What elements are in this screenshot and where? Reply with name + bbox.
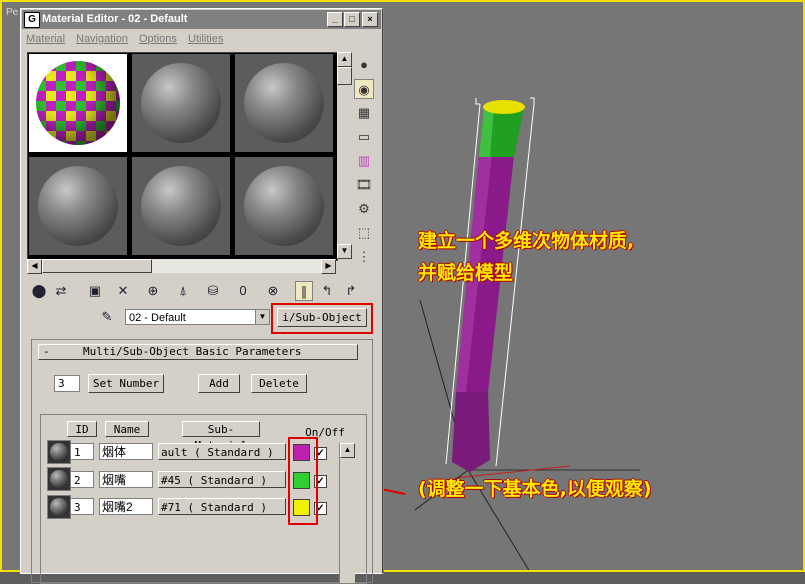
- select-by-material-icon[interactable]: ⬚: [354, 223, 374, 243]
- material-name-value: 02 - Default: [129, 312, 186, 324]
- sample-slot-active[interactable]: [29, 54, 127, 152]
- sample-slot[interactable]: [235, 54, 333, 152]
- assign-to-selection-icon[interactable]: ▣: [85, 281, 105, 301]
- go-to-parent-icon[interactable]: ↰: [317, 281, 337, 301]
- options-icon[interactable]: ⚙: [354, 199, 374, 219]
- go-forward-to-sibling-icon[interactable]: ↱: [341, 281, 361, 301]
- make-copy-icon[interactable]: ⊕: [143, 281, 163, 301]
- app-icon: G: [24, 12, 40, 28]
- sample-type-icon[interactable]: ●: [354, 55, 374, 75]
- maximize-button[interactable]: □: [344, 12, 360, 27]
- add-button[interactable]: Add: [198, 374, 240, 393]
- list-scrollbar[interactable]: ▲: [339, 443, 355, 583]
- row-id[interactable]: 3: [70, 498, 94, 515]
- chevron-down-icon[interactable]: ▼: [255, 310, 269, 324]
- show-map-in-viewport-icon[interactable]: ⊗: [263, 281, 283, 301]
- sample-slots: [27, 52, 338, 261]
- row-material-button[interactable]: #45 ( Standard ): [158, 471, 286, 488]
- scroll-left-arrow-icon[interactable]: ◀: [27, 259, 42, 274]
- sample-uv-tiling-icon[interactable]: ▭: [354, 127, 374, 147]
- scroll-thumb[interactable]: [42, 259, 152, 273]
- sample-slot[interactable]: [29, 157, 127, 255]
- column-header-id[interactable]: ID: [67, 421, 97, 437]
- annotation-text-2: 并赋给模型: [418, 262, 514, 284]
- sample-slot[interactable]: [235, 157, 333, 255]
- viewport-label[interactable]: Pe: [6, 7, 18, 18]
- material-editor-window: G Material Editor - 02 - Default _ □ × M…: [20, 8, 383, 584]
- delete-button[interactable]: Delete: [251, 374, 307, 393]
- put-to-scene-icon[interactable]: ⇄: [51, 281, 71, 301]
- column-header-sub-material[interactable]: Sub-Material: [182, 421, 260, 452]
- multi-sub-object-rollout: - Multi/Sub-Object Basic Parameters 3 Se…: [31, 339, 373, 584]
- material-sphere-preview: [36, 61, 120, 145]
- rollout-title: Multi/Sub-Object Basic Parameters: [83, 345, 302, 358]
- material-sphere: [244, 166, 324, 246]
- title-bar[interactable]: G Material Editor - 02 - Default _ □ ×: [22, 10, 381, 29]
- row-name[interactable]: 烟体: [99, 443, 153, 460]
- scroll-right-arrow-icon[interactable]: ▶: [321, 259, 336, 274]
- material-name-dropdown[interactable]: 02 - Default ▼: [125, 309, 270, 325]
- highlight-box-colors: [288, 437, 318, 525]
- rollout-collapse-toggle[interactable]: -: [43, 345, 50, 359]
- sub-material-list: ID Name Sub-Material On/Off 1 烟体 ault ( …: [40, 414, 367, 584]
- annotation-text-3: (调整一下基本色,以便观察): [418, 478, 652, 500]
- menu-utilities[interactable]: Utilities: [188, 33, 223, 45]
- make-unique-icon[interactable]: ⍋: [173, 281, 193, 301]
- rollout-header[interactable]: - Multi/Sub-Object Basic Parameters: [38, 344, 358, 360]
- menu-bar: Material Navigation Options Utilities: [22, 30, 381, 48]
- menu-material[interactable]: Material: [26, 33, 65, 45]
- set-number-button[interactable]: Set Number: [88, 374, 164, 393]
- background-checker-icon[interactable]: ▦: [354, 103, 374, 123]
- menu-navigation[interactable]: Navigation: [76, 33, 128, 45]
- window-title: Material Editor - 02 - Default: [42, 13, 188, 25]
- scroll-up-arrow-icon[interactable]: ▲: [337, 52, 352, 67]
- highlight-box-type: [271, 303, 373, 334]
- material-sphere: [141, 63, 221, 143]
- sub-material-preview: [47, 467, 71, 491]
- sample-slot[interactable]: [132, 157, 230, 255]
- show-end-result-icon[interactable]: ∥: [295, 281, 313, 301]
- column-header-name[interactable]: Name: [105, 421, 149, 437]
- scroll-down-arrow-icon[interactable]: ▼: [337, 244, 352, 259]
- put-to-library-icon[interactable]: ⛁: [203, 281, 223, 301]
- material-sphere: [141, 166, 221, 246]
- material-sphere: [244, 63, 324, 143]
- row-id[interactable]: 2: [70, 471, 94, 488]
- menu-options[interactable]: Options: [139, 33, 177, 45]
- row-name[interactable]: 烟嘴: [99, 471, 153, 488]
- sub-material-preview: [47, 440, 71, 464]
- video-color-check-icon[interactable]: ▥: [354, 151, 374, 171]
- backlight-icon[interactable]: ◉: [354, 79, 374, 99]
- make-preview-icon[interactable]: 🎞: [354, 175, 374, 195]
- get-material-icon[interactable]: ⬤: [29, 281, 49, 301]
- material-effects-channel-icon[interactable]: 0: [233, 281, 253, 301]
- minimize-button[interactable]: _: [327, 12, 343, 27]
- sample-slot[interactable]: [132, 54, 230, 152]
- sub-material-preview: [47, 495, 71, 519]
- row-name[interactable]: 烟嘴2: [99, 498, 153, 515]
- row-material-button[interactable]: #71 ( Standard ): [158, 498, 286, 515]
- horizontal-toolbar: ⬤ ⇄ ▣ ✕ ⊕ ⍋ ⛁ 0 ⊗ ∥ ↰ ↱: [27, 281, 372, 303]
- annotation-text-1: 建立一个多维次物体材质,: [418, 230, 635, 252]
- reset-map-icon[interactable]: ✕: [113, 281, 133, 301]
- scroll-up-arrow-icon[interactable]: ▲: [340, 443, 355, 458]
- slots-horizontal-scrollbar[interactable]: ◀ ▶: [27, 259, 336, 274]
- material-navigator-icon[interactable]: ⋮: [354, 247, 374, 267]
- material-count-field[interactable]: 3: [54, 375, 80, 392]
- material-name-row: ✎ 02 - Default ▼ i/Sub-Object: [27, 303, 373, 334]
- material-sphere: [38, 166, 118, 246]
- close-button[interactable]: ×: [362, 12, 378, 27]
- pick-material-from-object-icon[interactable]: ✎: [97, 307, 117, 327]
- row-material-button[interactable]: ault ( Standard ): [158, 443, 286, 460]
- row-id[interactable]: 1: [70, 443, 94, 460]
- scroll-thumb[interactable]: [337, 67, 352, 85]
- slots-vertical-scrollbar[interactable]: ▲ ▼: [337, 52, 352, 259]
